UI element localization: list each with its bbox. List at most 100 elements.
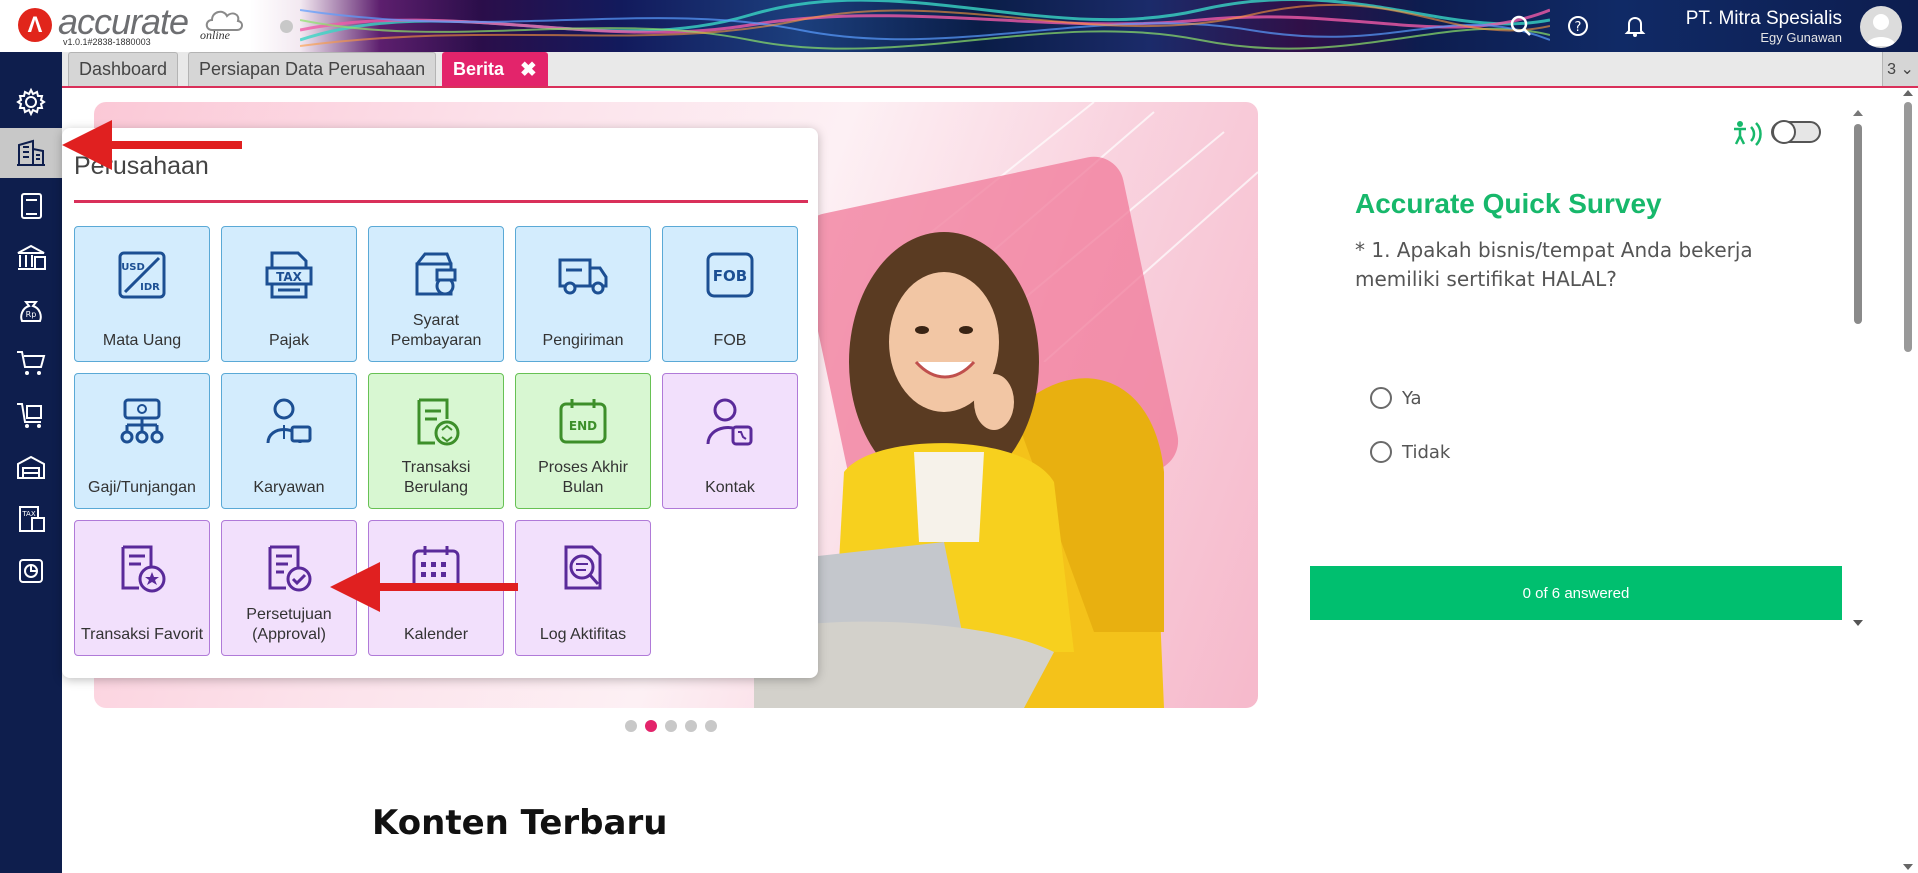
sidebar-item-tax[interactable]: TAX: [0, 494, 62, 544]
carousel-dots: [625, 720, 717, 732]
annotation-arrow-left-icon: [62, 120, 242, 170]
tile-pajak[interactable]: TAX Pajak: [221, 226, 357, 362]
survey-option-tidak[interactable]: Tidak: [1370, 441, 1450, 463]
logo-online-text: online: [200, 28, 230, 42]
tile-label: Karyawan: [253, 479, 325, 496]
inventory-cart-icon: [17, 403, 42, 428]
svg-text:IDR: IDR: [140, 282, 160, 293]
version-text: v1.0.1#2838-1880003: [63, 37, 151, 47]
tile-label: Proses Akhir Bulan: [538, 459, 628, 496]
dashboard-report-icon: [19, 559, 43, 583]
tile-proses-akhir-bulan[interactable]: END Proses Akhir Bulan: [515, 373, 651, 509]
survey-question: * 1. Apakah bisnis/tempat Anda bekerja m…: [1355, 238, 1753, 291]
tile-karyawan[interactable]: Karyawan: [221, 373, 357, 509]
radio-circle[interactable]: [1370, 441, 1392, 463]
sidebar-item-bank[interactable]: [0, 233, 62, 283]
tile-label: Syarat Pembayaran: [390, 312, 482, 349]
sidebar-item-reports[interactable]: [0, 546, 62, 596]
survey-option-ya[interactable]: Ya: [1370, 387, 1422, 409]
svg-text:?: ?: [1575, 20, 1582, 35]
survey-scrollbar[interactable]: [1851, 108, 1865, 628]
accessibility-icon[interactable]: [1730, 118, 1768, 148]
svg-text:Rp: Rp: [26, 310, 37, 319]
sidebar-item-finance[interactable]: Rp: [0, 286, 62, 336]
company-name: PT. Mitra Spesialis: [1685, 8, 1842, 29]
svg-text:TAX: TAX: [21, 510, 36, 518]
tile-fob[interactable]: FOB FOB: [662, 226, 798, 362]
sidebar-item-ledger[interactable]: [0, 181, 62, 231]
header-wave-decoration: [300, 0, 1550, 50]
panel-divider: [74, 200, 808, 203]
wallet-icon: [415, 252, 457, 296]
favorite-receipt-icon: [121, 545, 166, 593]
contact-icon: [706, 398, 753, 446]
avatar[interactable]: [1860, 6, 1902, 48]
tax-report-icon: TAX: [19, 506, 45, 532]
carousel-dot[interactable]: [665, 720, 677, 732]
radio-circle[interactable]: [1370, 387, 1392, 409]
tile-mata-uang[interactable]: USD IDR Mata Uang: [74, 226, 210, 362]
page-scrollbar[interactable]: [1900, 88, 1916, 873]
toggle-switch[interactable]: [1770, 118, 1822, 146]
svg-text:FOB: FOB: [713, 267, 747, 285]
bell-icon[interactable]: [1622, 13, 1648, 39]
carousel-dot[interactable]: [685, 720, 697, 732]
logo-text: accurate: [58, 1, 189, 42]
help-icon[interactable]: ?: [1565, 13, 1591, 39]
tile-log-aktifitas[interactable]: Log Aktifitas: [515, 520, 651, 656]
user-name: Egy Gunawan: [1760, 30, 1842, 45]
tab-berita[interactable]: Berita ✖: [442, 52, 548, 86]
tab-count-dropdown[interactable]: 3 ⌄: [1882, 52, 1918, 86]
accurate-logo-icon: Λ: [18, 8, 52, 42]
tile-syarat-pembayaran[interactable]: Syarat Pembayaran: [368, 226, 504, 362]
section-title: Konten Terbaru: [372, 803, 668, 843]
tab-dashboard[interactable]: Dashboard: [68, 52, 179, 86]
tile-gaji-tunjangan[interactable]: Gaji/Tunjangan: [74, 373, 210, 509]
option-label: Ya: [1402, 387, 1422, 409]
employee-icon: [266, 398, 312, 444]
annotation-arrow-left-icon: [330, 562, 518, 612]
tab-label: Berita: [453, 59, 505, 79]
recurring-transaction-icon: [417, 398, 460, 446]
bank-icon: [17, 244, 46, 270]
tile-label: Pengiriman: [542, 332, 624, 349]
sidebar-item-company[interactable]: [0, 128, 62, 178]
tile-transaksi-favorit[interactable]: Transaksi Favorit: [74, 520, 210, 656]
svg-text:END: END: [569, 419, 597, 433]
currency-usd-idr-icon: USD IDR: [118, 251, 166, 299]
sidebar: Rp TAX: [0, 52, 62, 873]
tile-pengiriman[interactable]: Pengiriman: [515, 226, 651, 362]
carousel-dot[interactable]: [625, 720, 637, 732]
tile-label: Log Aktifitas: [539, 626, 627, 643]
fob-icon: FOB: [706, 252, 754, 298]
tile-transaksi-berulang[interactable]: Transaksi Berulang: [368, 373, 504, 509]
sidebar-item-inventory[interactable]: [0, 442, 62, 492]
tile-kontak[interactable]: Kontak: [662, 373, 798, 509]
option-label: Tidak: [1402, 441, 1451, 463]
money-bag-icon: Rp: [20, 301, 42, 322]
tax-document-icon: TAX: [265, 251, 313, 299]
warehouse-icon: [17, 455, 45, 479]
delivery-truck-icon: [558, 258, 608, 295]
search-icon[interactable]: [1508, 13, 1534, 39]
svg-text:TAX: TAX: [276, 270, 303, 284]
avatar-icon: [1866, 14, 1896, 46]
tab-persiapan-data[interactable]: Persiapan Data Perusahaan: [188, 52, 437, 86]
survey-progress-bar: 0 of 6 answered: [1310, 566, 1842, 620]
company-info[interactable]: PT. Mitra Spesialis Egy Gunawan: [1686, 8, 1842, 46]
sidebar-item-purchase[interactable]: [0, 390, 62, 440]
tile-label: Transaksi Favorit: [80, 626, 204, 643]
carousel-dot-active[interactable]: [645, 720, 657, 732]
status-dot: [280, 20, 293, 33]
tile-label: Kalender: [403, 626, 469, 643]
ledger-book-icon: [21, 193, 42, 219]
gear-icon: [16, 87, 46, 117]
tab-label: Dashboard: [79, 59, 168, 79]
svg-text:USD: USD: [121, 262, 145, 273]
cart-icon: [17, 351, 46, 375]
carousel-dot[interactable]: [705, 720, 717, 732]
close-icon[interactable]: ✖: [520, 57, 537, 82]
sidebar-item-settings[interactable]: [0, 77, 62, 127]
tile-label: Transaksi Berulang: [401, 459, 471, 496]
sidebar-item-sales[interactable]: [0, 338, 62, 388]
